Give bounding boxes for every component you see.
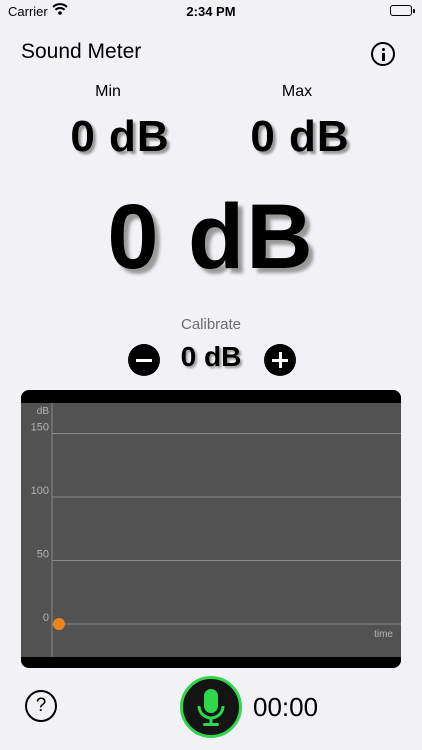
y-axis-label: dB	[37, 406, 50, 417]
question-circle-icon: ?	[35, 695, 47, 716]
calibrate-label: Calibrate	[180, 316, 242, 333]
y-tick-label: 50	[37, 549, 49, 561]
help-button[interactable]: ?	[25, 690, 57, 722]
y-tick-label: 0	[43, 612, 49, 624]
microphone-icon	[197, 689, 225, 726]
x-axis-label: time	[374, 629, 393, 640]
calibrate-value: 0 dB	[180, 341, 242, 372]
max-label: Max	[281, 83, 313, 100]
y-tick-label: 150	[31, 422, 49, 434]
battery-icon	[390, 5, 415, 16]
max-value: 0 dB	[250, 112, 350, 161]
current-decibel-value: 0 dB	[107, 186, 315, 288]
page-title: Sound Meter	[21, 40, 142, 63]
recording-timer: 00:00	[253, 692, 319, 722]
min-label: Min	[95, 83, 121, 100]
decibel-chart: 0 50 100 150 dB time	[21, 390, 401, 668]
status-bar: Carrier 2:34 PM	[0, 0, 422, 24]
record-button[interactable]	[180, 676, 242, 738]
info-circle-icon[interactable]	[371, 42, 395, 66]
y-tick-label: 100	[31, 485, 49, 497]
chart-plot: 0 50 100 150 dB time	[31, 403, 401, 657]
plus-circle-icon[interactable]	[264, 344, 296, 376]
min-value: 0 dB	[70, 112, 170, 161]
data-point	[53, 618, 65, 630]
clock: 2:34 PM	[186, 4, 236, 19]
